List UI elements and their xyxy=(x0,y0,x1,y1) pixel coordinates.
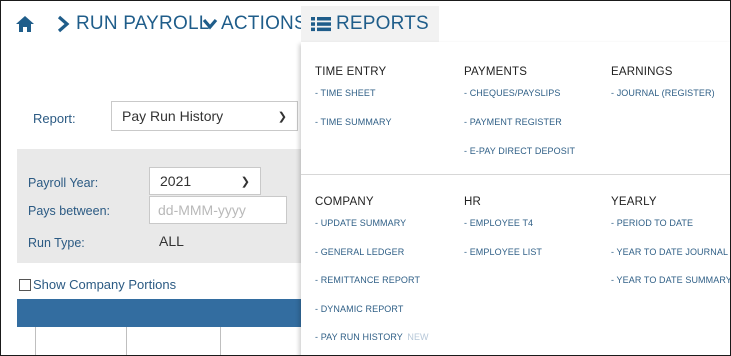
pays-between-input[interactable]: dd-MMM-yyyy xyxy=(149,196,287,224)
menu-item-payment-register[interactable]: - PAYMENT REGISTER xyxy=(464,117,562,127)
chevron-down-icon: ❯ xyxy=(240,176,250,188)
reports-label: REPORTS xyxy=(336,13,429,34)
chevron-down-icon xyxy=(202,18,218,30)
menu-item-time-sheet[interactable]: - TIME SHEET xyxy=(315,88,376,98)
payroll-year-select[interactable]: 2021 ❯ xyxy=(149,167,261,195)
top-nav: RUN PAYROLL ACTIONS REPORTS xyxy=(1,1,730,45)
hr-heading: HR xyxy=(464,196,482,208)
run-type-label: Run Type: xyxy=(28,236,85,250)
actions-link[interactable]: ACTIONS xyxy=(202,11,307,37)
reports-dropdown-menu: TIME ENTRY - TIME SHEET - TIME SUMMARY P… xyxy=(301,42,730,355)
payroll-year-value: 2021 xyxy=(160,173,192,189)
menu-item-employee-t4[interactable]: - EMPLOYEE T4 xyxy=(464,218,533,228)
list-icon xyxy=(311,17,331,32)
menu-item-e-pay-direct-deposit[interactable]: - E-PAY DIRECT DEPOSIT xyxy=(464,146,575,156)
menu-item-year-to-date-summary[interactable]: - YEAR TO DATE SUMMARY xyxy=(611,275,730,285)
results-table-header xyxy=(17,299,302,327)
chevron-right-icon xyxy=(57,15,70,33)
table-divider xyxy=(126,327,127,355)
payments-heading: PAYMENTS xyxy=(464,66,528,78)
report-select[interactable]: Pay Run History ❯ xyxy=(111,101,298,131)
run-type-select[interactable]: ALL xyxy=(149,227,307,255)
run-type-value: ALL xyxy=(159,233,184,249)
pays-between-label: Pays between: xyxy=(28,204,110,218)
show-company-portions[interactable]: Show Company Portions xyxy=(19,277,176,292)
app-frame: RUN PAYROLL ACTIONS REPORTS Report: Pay … xyxy=(0,0,731,356)
menu-item-update-summary[interactable]: - UPDATE SUMMARY xyxy=(315,218,406,228)
home-link[interactable] xyxy=(15,11,35,37)
show-company-portions-label: Show Company Portions xyxy=(33,277,177,292)
run-payroll-link[interactable]: RUN PAYROLL xyxy=(56,11,209,37)
run-payroll-label: RUN PAYROLL xyxy=(76,13,210,34)
results-table-body xyxy=(17,327,302,355)
menu-item-remittance-report[interactable]: - REMITTANCE REPORT xyxy=(315,275,420,285)
menu-item-cheques-payslips[interactable]: - CHEQUES/PAYSLIPS xyxy=(464,88,561,98)
table-divider xyxy=(220,327,221,355)
new-badge: NEW xyxy=(407,332,429,342)
reports-link[interactable]: REPORTS xyxy=(301,6,439,42)
payroll-year-label: Payroll Year: xyxy=(28,176,99,190)
company-heading: COMPANY xyxy=(315,196,374,208)
report-select-value: Pay Run History xyxy=(122,108,224,124)
menu-item-dynamic-report[interactable]: - DYNAMIC REPORT xyxy=(315,304,403,314)
menu-item-period-to-date[interactable]: - PERIOD TO DATE xyxy=(611,218,693,228)
home-icon xyxy=(16,16,34,32)
report-label: Report: xyxy=(33,111,76,126)
menu-item-year-to-date-journal[interactable]: - YEAR TO DATE JOURNAL xyxy=(611,247,728,257)
menu-item-general-ledger[interactable]: - GENERAL LEDGER xyxy=(315,247,404,257)
table-divider xyxy=(35,327,36,355)
chevron-down-icon: ❯ xyxy=(277,111,287,123)
menu-item-pay-run-history[interactable]: - PAY RUN HISTORY NEW xyxy=(315,332,429,342)
menu-item-employee-list[interactable]: - EMPLOYEE LIST xyxy=(464,247,542,257)
actions-label: ACTIONS xyxy=(221,13,307,34)
menu-item-journal-register[interactable]: - JOURNAL (REGISTER) xyxy=(611,88,715,98)
menu-divider xyxy=(301,174,730,175)
show-company-portions-checkbox[interactable] xyxy=(19,278,31,291)
parameters-panel: Payroll Year: 2021 ❯ Pays between: dd-MM… xyxy=(17,149,307,263)
earnings-heading: EARNINGS xyxy=(611,66,673,78)
menu-item-time-summary[interactable]: - TIME SUMMARY xyxy=(315,117,392,127)
pays-between-placeholder: dd-MMM-yyyy xyxy=(158,202,246,218)
menu-item-pay-run-history-label: - PAY RUN HISTORY xyxy=(315,332,403,342)
time-entry-heading: TIME ENTRY xyxy=(315,66,387,78)
yearly-heading: YEARLY xyxy=(611,196,657,208)
